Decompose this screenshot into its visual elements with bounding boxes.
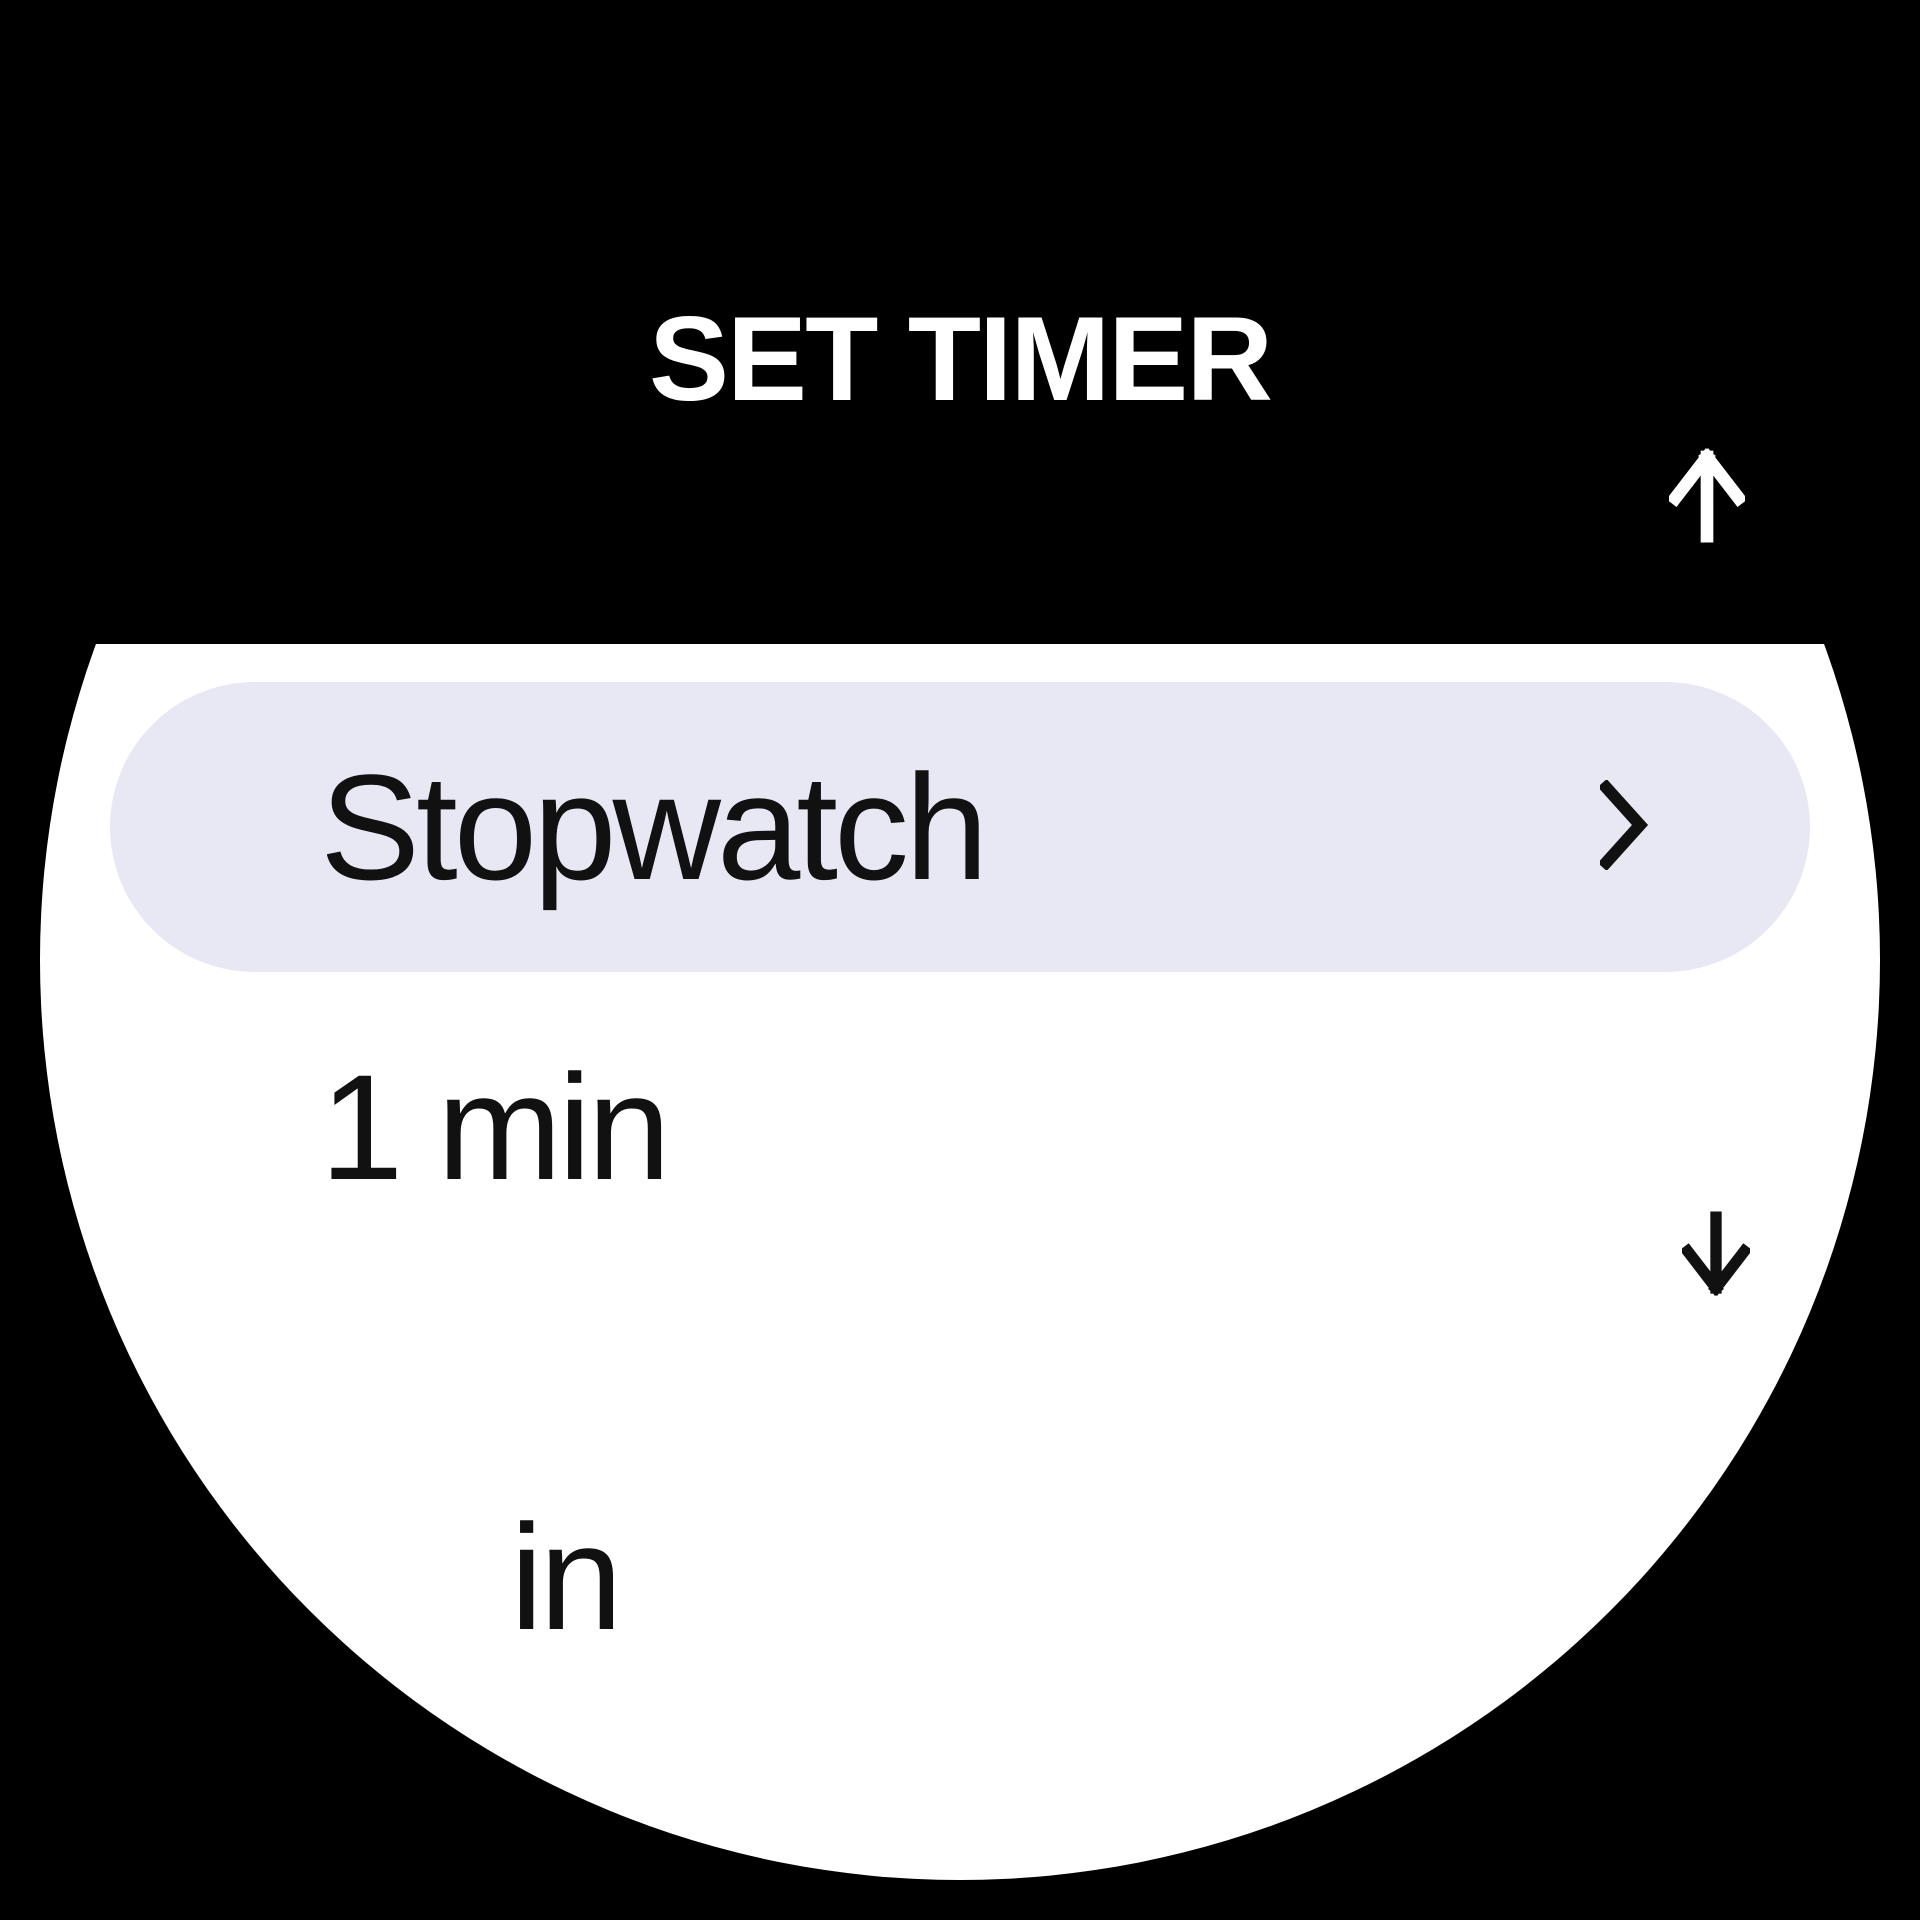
- content-panel: Stopwatch 1 min in: [40, 644, 1880, 1880]
- list-item-label: Stopwatch: [320, 741, 984, 914]
- chevron-right-icon: [1600, 780, 1650, 875]
- page-title: SET TIMER: [649, 290, 1271, 428]
- list-item-partial[interactable]: in: [110, 1452, 1810, 1702]
- watch-face: SET TIMER Stopwatch 1 min in: [40, 40, 1880, 1880]
- scroll-down-icon[interactable]: [1682, 1204, 1750, 1309]
- list-item-1min[interactable]: 1 min: [110, 1002, 1810, 1252]
- list-item-label: 1 min: [320, 1041, 667, 1214]
- list-item-label: in: [510, 1491, 619, 1664]
- list-item-stopwatch[interactable]: Stopwatch: [110, 682, 1810, 972]
- scroll-up-icon[interactable]: [1669, 445, 1745, 550]
